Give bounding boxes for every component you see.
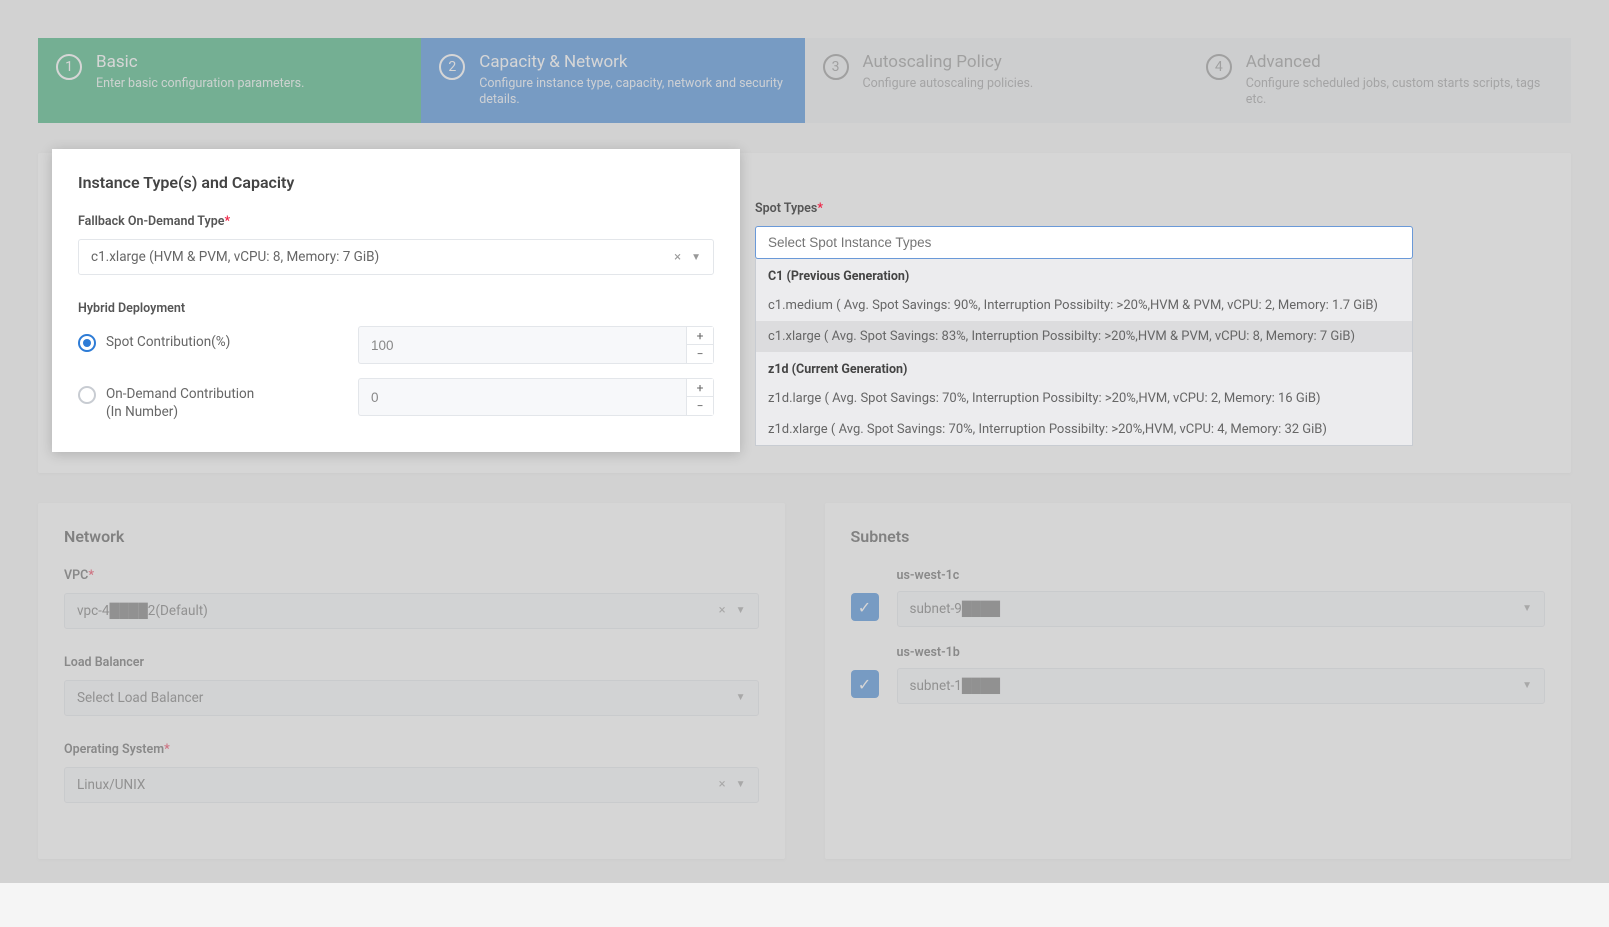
spot-types-input[interactable] — [755, 226, 1413, 259]
os-label: Operating System* — [64, 742, 759, 757]
chevron-down-icon[interactable]: ▼ — [1522, 680, 1532, 691]
spot-types-field: Spot Types* C1 (Previous Generation) c1.… — [755, 201, 1413, 446]
wizard-steps: 1 Basic Enter basic configuration parame… — [38, 38, 1571, 123]
chevron-down-icon[interactable]: ▼ — [736, 692, 746, 703]
spot-group-header: z1d (Current Generation) — [756, 352, 1412, 383]
chevron-down-icon[interactable]: ▼ — [736, 605, 746, 616]
subnet-checkbox[interactable]: ✓ — [851, 670, 879, 698]
ondemand-contrib-input[interactable] — [358, 378, 686, 416]
step-desc: Enter basic configuration parameters. — [96, 76, 304, 92]
close-icon[interactable]: × — [719, 777, 726, 792]
hybrid-label: Hybrid Deployment — [78, 301, 714, 316]
step-title: Advanced — [1246, 52, 1553, 72]
instance-title: Instance Type(s) and Capacity — [78, 173, 714, 192]
ondemand-contrib-label: On-Demand Contribution (In Number) — [106, 386, 254, 421]
close-icon[interactable]: × — [674, 250, 681, 265]
step-basic[interactable]: 1 Basic Enter basic configuration parame… — [38, 38, 421, 123]
stepper-minus[interactable]: − — [687, 397, 713, 415]
instance-capacity-card: Instance Type(s) and Capacity Fallback O… — [52, 149, 740, 452]
lb-select[interactable]: Select Load Balancer ▼ — [64, 680, 759, 716]
step-capacity-network[interactable]: 2 Capacity & Network Configure instance … — [421, 38, 804, 123]
subnets-panel: Subnets ✓ us-west-1c subnet-9████ ▼ ✓ us… — [825, 503, 1572, 859]
stepper-plus[interactable]: + — [687, 379, 713, 397]
spot-types-label: Spot Types* — [755, 201, 1413, 216]
step-title: Basic — [96, 52, 304, 72]
fallback-label: Fallback On-Demand Type* — [78, 214, 714, 229]
chevron-down-icon[interactable]: ▼ — [691, 252, 701, 263]
spot-contrib-label: Spot Contribution(%) — [106, 334, 230, 352]
step-title: Capacity & Network — [479, 52, 786, 72]
spot-contrib-radio[interactable] — [78, 334, 96, 352]
subnet-row: ✓ us-west-1c subnet-9████ ▼ — [851, 568, 1546, 627]
vpc-label: VPC* — [64, 568, 759, 583]
vpc-value: vpc-4████2(Default) — [77, 603, 208, 619]
vpc-select[interactable]: vpc-4████2(Default) × ▼ — [64, 593, 759, 629]
chevron-down-icon[interactable]: ▼ — [736, 779, 746, 790]
fallback-select[interactable]: c1.xlarge (HVM & PVM, vCPU: 8, Memory: 7… — [78, 239, 714, 275]
subnet-region: us-west-1b — [897, 645, 1546, 660]
os-value: Linux/UNIX — [77, 777, 145, 793]
subnets-title: Subnets — [851, 527, 1546, 546]
step-advanced[interactable]: 4 Advanced Configure scheduled jobs, cus… — [1188, 38, 1571, 123]
spot-types-dropdown[interactable]: C1 (Previous Generation) c1.medium ( Avg… — [755, 259, 1413, 446]
subnet-checkbox[interactable]: ✓ — [851, 593, 879, 621]
subnet-region: us-west-1c — [897, 568, 1546, 583]
chevron-down-icon[interactable]: ▼ — [1522, 603, 1532, 614]
network-panel: Network VPC* vpc-4████2(Default) × ▼ Loa… — [38, 503, 785, 859]
lb-label: Load Balancer — [64, 655, 759, 670]
step-autoscaling[interactable]: 3 Autoscaling Policy Configure autoscali… — [805, 38, 1188, 123]
subnet-value: subnet-1████ — [910, 678, 1001, 694]
step-number-3: 3 — [823, 54, 849, 80]
fallback-value: c1.xlarge (HVM & PVM, vCPU: 8, Memory: 7… — [91, 249, 379, 265]
spot-option-z1d-xlarge[interactable]: z1d.xlarge ( Avg. Spot Savings: 70%, Int… — [756, 414, 1412, 445]
subnet-select[interactable]: subnet-9████ ▼ — [897, 591, 1546, 627]
step-desc: Configure scheduled jobs, custom starts … — [1246, 76, 1553, 109]
spot-contrib-input[interactable] — [358, 326, 686, 364]
step-number-2: 2 — [439, 54, 465, 80]
lb-placeholder: Select Load Balancer — [77, 690, 203, 706]
network-title: Network — [64, 527, 759, 546]
subnet-row: ✓ us-west-1b subnet-1████ ▼ — [851, 645, 1546, 704]
subnet-select[interactable]: subnet-1████ ▼ — [897, 668, 1546, 704]
spot-option-z1d-large[interactable]: z1d.large ( Avg. Spot Savings: 70%, Inte… — [756, 383, 1412, 414]
step-desc: Configure instance type, capacity, netwo… — [479, 76, 786, 109]
spot-option-c1-medium[interactable]: c1.medium ( Avg. Spot Savings: 90%, Inte… — [756, 290, 1412, 321]
step-number-4: 4 — [1206, 54, 1232, 80]
ondemand-contrib-radio[interactable] — [78, 386, 96, 404]
step-number-1: 1 — [56, 54, 82, 80]
close-icon[interactable]: × — [719, 603, 726, 618]
stepper-minus[interactable]: − — [687, 345, 713, 363]
subnet-value: subnet-9████ — [910, 601, 1001, 617]
stepper-plus[interactable]: + — [687, 327, 713, 345]
spot-group-header: C1 (Previous Generation) — [756, 259, 1412, 290]
step-title: Autoscaling Policy — [863, 52, 1034, 72]
os-select[interactable]: Linux/UNIX × ▼ — [64, 767, 759, 803]
spot-option-c1-xlarge[interactable]: c1.xlarge ( Avg. Spot Savings: 83%, Inte… — [756, 321, 1412, 352]
step-desc: Configure autoscaling policies. — [863, 76, 1034, 92]
